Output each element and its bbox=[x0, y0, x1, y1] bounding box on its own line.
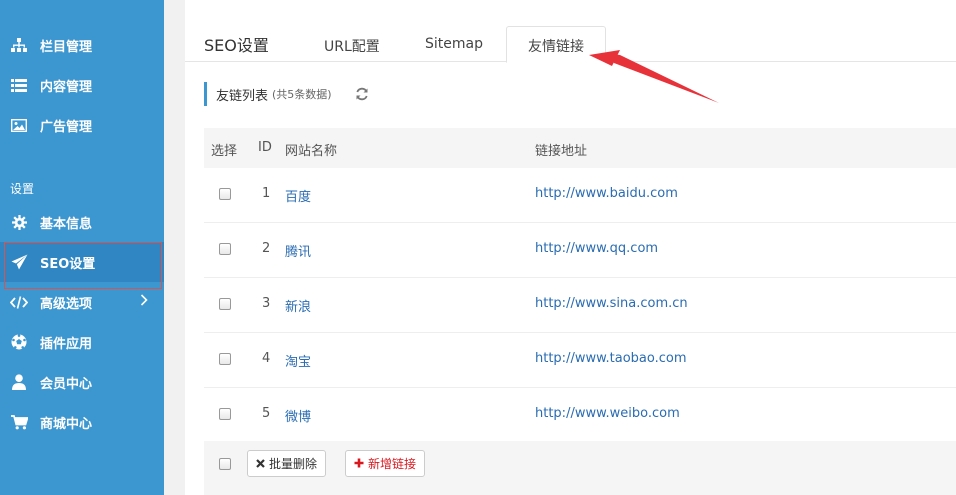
sidebar: 栏目管理 内容管理 广告管理 设置 基本信息 SEO设置 高级选项 插件应用 会… bbox=[0, 0, 164, 495]
row-url: http://www.baidu.com bbox=[535, 186, 678, 201]
sidebar-item-plugins[interactable]: 插件应用 bbox=[0, 322, 164, 362]
chevron-right-icon bbox=[140, 294, 148, 310]
row-url: http://www.qq.com bbox=[535, 241, 659, 256]
column-header-select: 选择 bbox=[211, 144, 238, 159]
list-title: 友链列表 bbox=[216, 88, 269, 104]
select-all-checkbox[interactable] bbox=[219, 458, 231, 470]
table-row: 2 腾讯 http://www.qq.com bbox=[204, 223, 956, 278]
add-link-button[interactable]: 新增链接 bbox=[345, 450, 426, 477]
row-checkbox[interactable] bbox=[219, 188, 231, 200]
row-id: 3 bbox=[262, 296, 271, 311]
row-id: 5 bbox=[262, 406, 271, 421]
refresh-icon[interactable] bbox=[355, 87, 369, 101]
row-checkbox[interactable] bbox=[219, 298, 231, 310]
column-header-link-url: 链接地址 bbox=[535, 144, 588, 159]
batch-delete-button[interactable]: 批量删除 bbox=[247, 450, 327, 477]
row-url: http://www.taobao.com bbox=[535, 351, 687, 366]
sidebar-item-advanced-options[interactable]: 高级选项 bbox=[0, 282, 164, 322]
user-icon bbox=[10, 373, 28, 391]
row-id: 2 bbox=[262, 241, 271, 256]
sidebar-item-label: 会员中心 bbox=[40, 376, 93, 392]
list-icon bbox=[10, 76, 28, 94]
row-checkbox[interactable] bbox=[219, 408, 231, 420]
row-site-name[interactable]: 新浪 bbox=[285, 296, 311, 315]
cart-icon bbox=[10, 413, 28, 431]
sidebar-item-basic-info[interactable]: 基本信息 bbox=[0, 202, 164, 242]
list-header: 友链列表 (共5条数据) bbox=[204, 82, 332, 106]
sidebar-item-label: SEO设置 bbox=[40, 256, 96, 272]
row-site-name[interactable]: 腾讯 bbox=[285, 241, 311, 260]
row-id: 4 bbox=[262, 351, 271, 366]
gear-icon bbox=[10, 213, 28, 231]
main-panel: SEO设置 URL配置 Sitemap 友情链接 友链列表 (共5条数据) 选择… bbox=[185, 0, 956, 495]
code-icon bbox=[10, 293, 28, 311]
row-site-name[interactable]: 百度 bbox=[285, 186, 311, 205]
sidebar-item-mall-center[interactable]: 商城中心 bbox=[0, 402, 164, 442]
sidebar-item-label: 广告管理 bbox=[40, 119, 93, 135]
table-row: 5 微博 http://www.weibo.com bbox=[204, 388, 956, 443]
batch-delete-label: 批量删除 bbox=[269, 457, 318, 471]
sidebar-item-label: 内容管理 bbox=[40, 79, 93, 95]
sidebar-item-label: 商城中心 bbox=[40, 416, 93, 432]
tab-sitemap[interactable]: Sitemap bbox=[425, 36, 483, 52]
list-count: (共5条数据) bbox=[272, 88, 332, 101]
sidebar-item-seo-settings[interactable]: SEO设置 bbox=[0, 242, 164, 282]
paper-plane-icon bbox=[10, 253, 28, 271]
sidebar-section-settings: 设置 bbox=[10, 182, 35, 196]
table-footer: 批量删除 新增链接 bbox=[204, 441, 956, 495]
table-header: 选择 ID 网站名称 链接地址 bbox=[204, 128, 956, 168]
image-icon bbox=[10, 116, 28, 134]
page-title: SEO设置 bbox=[204, 36, 269, 55]
column-header-site-name: 网站名称 bbox=[285, 144, 338, 159]
football-icon bbox=[10, 333, 28, 351]
sidebar-item-content-management[interactable]: 内容管理 bbox=[0, 65, 164, 105]
table-row: 1 百度 http://www.baidu.com bbox=[204, 168, 956, 223]
row-url: http://www.weibo.com bbox=[535, 406, 680, 421]
table-row: 3 新浪 http://www.sina.com.cn bbox=[204, 278, 956, 333]
sidebar-item-column-management[interactable]: 栏目管理 bbox=[0, 25, 164, 65]
row-url: http://www.sina.com.cn bbox=[535, 296, 688, 311]
close-icon bbox=[256, 457, 265, 471]
row-checkbox[interactable] bbox=[219, 353, 231, 365]
sitemap-icon bbox=[10, 36, 28, 54]
row-id: 1 bbox=[262, 186, 271, 201]
add-link-label: 新增链接 bbox=[368, 457, 417, 471]
sidebar-item-label: 栏目管理 bbox=[40, 39, 93, 55]
sidebar-item-label: 插件应用 bbox=[40, 336, 93, 352]
row-site-name[interactable]: 微博 bbox=[285, 406, 311, 425]
plus-icon bbox=[354, 457, 364, 471]
row-checkbox[interactable] bbox=[219, 243, 231, 255]
sidebar-item-label: 高级选项 bbox=[40, 296, 93, 312]
column-header-id: ID bbox=[258, 140, 272, 155]
tab-friend-links[interactable]: 友情链接 bbox=[506, 26, 606, 63]
tab-bar: SEO设置 URL配置 Sitemap 友情链接 bbox=[185, 0, 956, 63]
row-site-name[interactable]: 淘宝 bbox=[285, 351, 311, 370]
sidebar-item-member-center[interactable]: 会员中心 bbox=[0, 362, 164, 402]
sidebar-item-label: 基本信息 bbox=[40, 216, 93, 232]
table-row: 4 淘宝 http://www.taobao.com bbox=[204, 333, 956, 388]
sidebar-item-ad-management[interactable]: 广告管理 bbox=[0, 105, 164, 145]
tab-url-config[interactable]: URL配置 bbox=[324, 36, 380, 56]
